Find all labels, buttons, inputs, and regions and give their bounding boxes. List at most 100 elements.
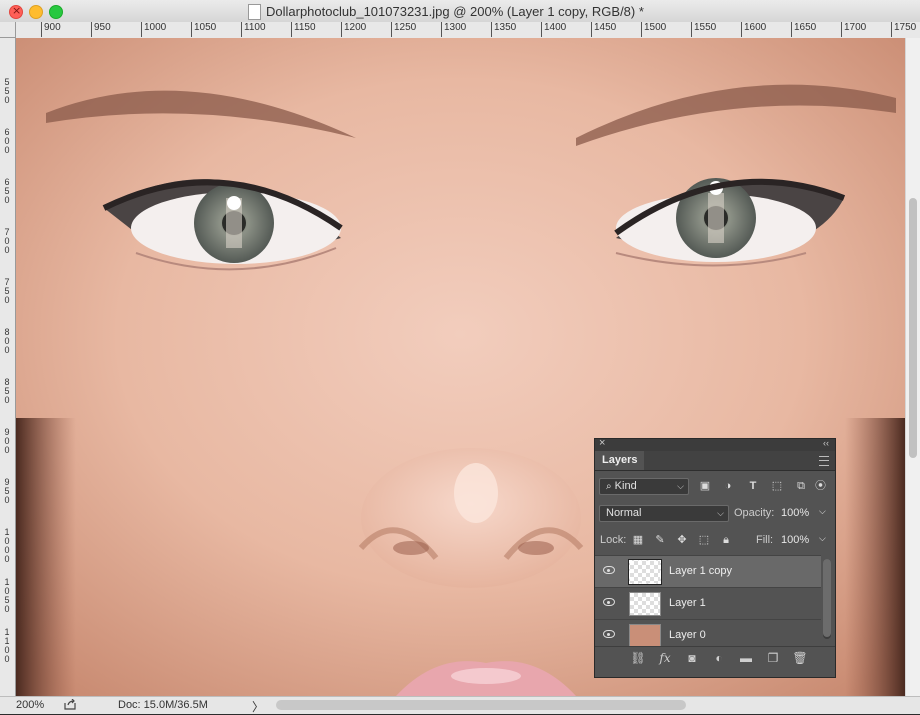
ruler-tick-label: 1100 bbox=[241, 22, 266, 37]
filter-kind-dropdown[interactable]: ⌕ Kind ⌵ bbox=[599, 478, 689, 495]
ruler-tick-label: 1300 bbox=[440, 22, 467, 37]
ruler-tick-label: 7 0 0 bbox=[4, 227, 10, 255]
ruler-tick-label: 1000 bbox=[140, 22, 167, 37]
ruler-tick-label: 1600 bbox=[740, 22, 767, 37]
ruler-tick-label: 1050 bbox=[190, 22, 217, 37]
layer-thumbnail bbox=[628, 559, 662, 585]
ruler-tick-label: 1450 bbox=[590, 22, 617, 37]
ruler-tick-label: 8 0 0 bbox=[4, 327, 10, 355]
ruler-tick-label: 950 bbox=[91, 22, 111, 37]
visibility-eye-icon[interactable] bbox=[603, 630, 615, 638]
layers-panel: × ‹‹ Layers ⌕ Kind ⌵ ▣ ◑ T ⬚ ⧉ ⦿ Normal … bbox=[594, 437, 836, 678]
ruler-tick-label: 1200 bbox=[340, 22, 367, 37]
fill-chevron-icon[interactable]: ⌵ bbox=[819, 533, 826, 544]
add-mask-icon[interactable]: ◙ bbox=[684, 650, 700, 666]
ruler-tick-label: 1 0 0 0 bbox=[4, 527, 10, 564]
layer-name: Layer 0 bbox=[669, 629, 706, 641]
filter-smart-object-icon[interactable]: ⧉ bbox=[793, 478, 809, 494]
status-menu-chevron-icon[interactable]: 〉 bbox=[252, 698, 264, 715]
collapse-panel-icon[interactable]: ‹‹ bbox=[823, 438, 829, 448]
lock-artboard-icon[interactable]: ⬚ bbox=[696, 532, 712, 548]
chevron-down-icon: ⌵ bbox=[677, 481, 684, 491]
title-bar: × Dollarphotoclub_101073231.jpg @ 200% (… bbox=[0, 0, 920, 23]
vertical-scroll-thumb[interactable] bbox=[909, 198, 917, 458]
ruler-tick-label: 1 0 5 0 bbox=[4, 577, 10, 614]
panel-header: × ‹‹ bbox=[595, 437, 835, 451]
visibility-eye-icon[interactable] bbox=[603, 566, 615, 574]
minimize-window-button[interactable] bbox=[29, 5, 43, 19]
lock-all-icon[interactable]: 🔒︎ bbox=[718, 532, 734, 548]
layer-row-layer-0[interactable]: Layer 0 bbox=[595, 619, 821, 646]
ruler-tick-label: 8 5 0 bbox=[4, 377, 10, 405]
zoom-level[interactable]: 200% bbox=[16, 699, 44, 711]
vertical-ruler[interactable]: 5 5 0 6 0 0 6 5 0 7 0 0 7 5 0 8 0 0 8 5 0 9 0 0… bbox=[0, 38, 16, 696]
ruler-tick-label: 1500 bbox=[640, 22, 667, 37]
filter-toggle-icon[interactable]: ⦿ bbox=[815, 478, 826, 494]
filter-type-icon[interactable]: T bbox=[745, 478, 761, 494]
status-bar: 200% Doc: 15.0M/36.5M 〉 bbox=[0, 696, 920, 714]
tab-layers[interactable]: Layers bbox=[595, 451, 645, 470]
opacity-chevron-icon[interactable]: ⌵ bbox=[819, 506, 826, 517]
blend-row: Normal ⌵ Opacity: 100% ⌵ bbox=[595, 505, 835, 523]
fill-input[interactable]: 100% bbox=[781, 534, 809, 546]
filter-shape-icon[interactable]: ⬚ bbox=[769, 478, 785, 494]
close-icon: × bbox=[12, 4, 22, 17]
layers-scrollbar[interactable] bbox=[823, 559, 831, 639]
ruler-tick-label: 1250 bbox=[390, 22, 417, 37]
layer-thumbnail bbox=[629, 624, 661, 646]
ruler-tick-label: 900 bbox=[41, 22, 61, 37]
layer-thumbnail bbox=[629, 592, 661, 616]
layer-name: Layer 1 copy bbox=[669, 565, 732, 577]
close-window-button[interactable]: × bbox=[9, 4, 23, 19]
ruler-origin[interactable] bbox=[0, 22, 16, 38]
ruler-tick-label: 1750 bbox=[890, 22, 917, 37]
layers-scroll-thumb[interactable] bbox=[823, 559, 831, 637]
ruler-tick-label: 6 0 0 bbox=[4, 127, 10, 155]
visibility-eye-icon[interactable] bbox=[603, 598, 615, 606]
lock-label: Lock: bbox=[600, 534, 627, 546]
maximize-window-button[interactable] bbox=[49, 5, 63, 19]
ruler-tick-label: 1650 bbox=[790, 22, 817, 37]
filter-adjustment-icon[interactable]: ◑ bbox=[720, 478, 736, 494]
new-layer-icon[interactable]: ❐ bbox=[765, 650, 781, 666]
ruler-tick-label: 7 5 0 bbox=[4, 277, 10, 305]
layer-row-layer-1-copy[interactable]: Layer 1 copy bbox=[595, 555, 821, 587]
new-group-folder-icon[interactable]: ▬ bbox=[738, 650, 754, 666]
lock-transparent-pixels-icon[interactable]: ▦ bbox=[630, 532, 646, 548]
blend-mode-value: Normal bbox=[606, 507, 642, 519]
layer-row-layer-1[interactable]: Layer 1 bbox=[595, 587, 821, 619]
share-icon[interactable] bbox=[64, 699, 76, 710]
layer-style-fx-icon[interactable]: fx bbox=[657, 650, 673, 666]
ruler-tick-label: 9 0 0 bbox=[4, 427, 10, 455]
ruler-tick-label: 6 5 0 bbox=[4, 177, 10, 205]
opacity-input[interactable]: 100% bbox=[781, 507, 809, 519]
search-icon: ⌕ bbox=[606, 481, 612, 492]
panel-menu-icon[interactable] bbox=[819, 456, 829, 466]
horizontal-scroll-thumb[interactable] bbox=[276, 700, 686, 710]
ruler-tick-label: 1550 bbox=[690, 22, 717, 37]
horizontal-ruler[interactable]: 900 950 1000 1050 1100 1150 1200 1250 1300 1350 14… bbox=[16, 22, 920, 39]
ruler-tick-label: 1 1 0 0 bbox=[4, 627, 10, 664]
filter-kind-label: Kind bbox=[614, 480, 637, 492]
chevron-down-icon: ⌵ bbox=[717, 508, 724, 518]
fill-label: Fill: bbox=[756, 534, 774, 546]
delete-layer-trash-icon[interactable]: 🗑︎ bbox=[792, 650, 808, 666]
lock-image-pixels-icon[interactable]: ✎ bbox=[652, 532, 668, 548]
lock-position-icon[interactable]: ✥ bbox=[674, 532, 690, 548]
new-adjustment-layer-icon[interactable]: ◐ bbox=[711, 650, 727, 666]
layer-name: Layer 1 bbox=[669, 597, 706, 609]
filter-row: ⌕ Kind ⌵ ▣ ◑ T ⬚ ⧉ ⦿ bbox=[595, 478, 835, 496]
ruler-tick-label: 9 5 0 bbox=[4, 477, 10, 505]
close-panel-icon[interactable]: × bbox=[599, 437, 605, 449]
ruler-tick-label: 1700 bbox=[840, 22, 867, 37]
vertical-scrollbar[interactable] bbox=[905, 38, 920, 696]
document-icon bbox=[248, 4, 261, 20]
filter-pixel-icon[interactable]: ▣ bbox=[697, 478, 713, 494]
ruler-tick-label: 5 5 0 bbox=[4, 77, 10, 105]
link-layers-icon[interactable]: ⛓︎ bbox=[630, 650, 646, 666]
window-title: Dollarphotoclub_101073231.jpg @ 200% (La… bbox=[266, 4, 644, 19]
blend-mode-dropdown[interactable]: Normal ⌵ bbox=[599, 505, 729, 522]
ruler-tick-label: 1350 bbox=[490, 22, 517, 37]
layers-bottom-bar: ⛓︎ fx ◙ ◐ ▬ ❐ 🗑︎ bbox=[595, 646, 835, 669]
panel-tab-bar: Layers bbox=[595, 451, 835, 471]
